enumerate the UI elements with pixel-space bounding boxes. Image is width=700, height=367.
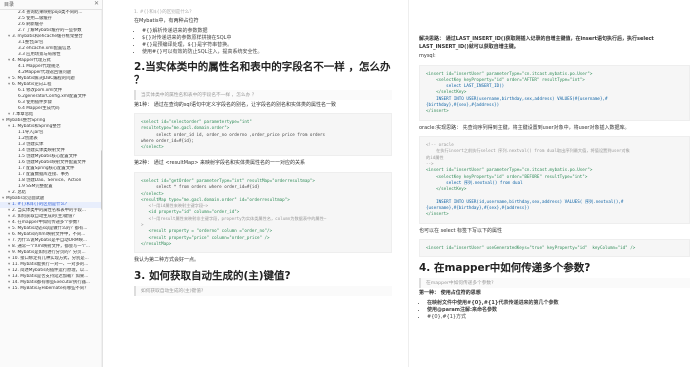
toc-list: 2.4 查询结果映射pojo类不同的... 2.5 使用二级缓存 2.6 刷新缓存 2… [0, 10, 102, 292]
toc-item-label: 1.7 配置数据库连接、事务 [18, 172, 70, 177]
toc-item-label: 6.1 修改pom.xml文件 [18, 88, 63, 93]
toc-item-label: 4.2Mapper代理返回值问题 [18, 70, 72, 75]
method-2-text: 第2种： 通过 <resultMap> 来映射字段名和实体类属性名的一一对应的关… [134, 160, 306, 167]
toc-item-label: 4. 在mapper中如何传递多个参数？ [12, 220, 82, 225]
oracle-text: oracle:实现思路： 先查询序列得到主键，将主键设置到user对象中，将us… [419, 124, 630, 131]
toc-item-label: 1.6 创建Mybatis映射文件配置文件 [18, 160, 86, 165]
toc-item-label: 11. Mybatis能执行一对一、一对多的... [12, 262, 89, 267]
code-block-4: <!-- oracle 在执行insert之前执行select 序列.nextv… [419, 136, 690, 224]
toc-item-label: 3.2 ehcache.xml配置信息 [18, 46, 71, 51]
method-1-text: 第1种： 通过在查询的sql语句中定义字段名的别名，让字段名的别名和实体类的属性… [134, 101, 336, 108]
toc-item-label: 12. 简述Mybatis的插件运行原理，以... [12, 268, 89, 273]
close-icon[interactable]: ✕ [94, 0, 99, 7]
alt-text: 也可以在 select 标签下写以下的属性 [419, 227, 503, 234]
toc-item-label: 6.2generatorConfig.xml配置文件 [18, 94, 87, 99]
toc-item-label: 3.3 应用场景与局限性 [18, 52, 61, 57]
toc-item-label: 8. 通常一个Xml映射文件，都会写一个... [12, 244, 91, 249]
recommend-text: 我认为第二种方式会好一点。 [134, 257, 200, 264]
toc-item-label: 2.7 了解Mybatis缓存的一些参数 [18, 28, 82, 33]
toc-item-label: 6.3 使用插件步骤 [18, 100, 52, 105]
toc-item-label: 1.7 配置Spring核心配置文件 [18, 166, 75, 171]
mysql-label: mysql: [419, 53, 436, 59]
toc-item-label: 1.9 SSM完整配置 [18, 184, 53, 189]
bullet-item: 在映射文件中使用#{0},#{1}代表传递进来的第几个参数 [427, 300, 690, 307]
toc-item-label: 10. 接口绑定有几种实现方式，分别是... [12, 256, 89, 261]
toc-item-label: 9. Mybatis是如何进行分页的？分页... [12, 250, 86, 255]
toc-item-label: 13. Mybatis是否支持延迟加载？如果... [12, 274, 89, 279]
quote-block: 在mapper中如何传递多个参数? [419, 278, 690, 289]
toc-item-label: 6.4 Mapper生成代码 [18, 106, 60, 111]
toc-item-label: 4. Mapper代理方式 [12, 58, 51, 63]
toc-item-label: 1. Mybatis和Spring整合 [12, 124, 61, 129]
code-block-3: <insert id="insertUser" parameterType="c… [419, 64, 690, 121]
section-heading-4: 4. 在mapper中如何传递多个参数? [419, 262, 591, 275]
code-block-1: <select id="selectorder" parametertype="… [134, 113, 392, 157]
scrollbar[interactable] [101, 10, 102, 367]
toc-header: 目录 ✕ [0, 0, 102, 10]
toc-item-label: 4.1 Mapper代理规范 [18, 64, 60, 69]
toc-item-label: 3.1整合jar包 [18, 40, 44, 45]
code-block-5: <insert id="insertUser" useGeneratedKeys… [419, 239, 690, 258]
toc-item-label: 1.2创建表 [18, 136, 38, 141]
toc-item-label: 2.6 刷新缓存 [18, 22, 44, 27]
quote-block: 如何获取自动生成的(主)键值? [134, 285, 392, 296]
toc-item-label: 15. MyBatis与Hibernate有哪些不同？ [12, 286, 89, 291]
bullet-item: 使用@param注解:来命名参数 [427, 307, 690, 314]
toc-item-label: 1.5 创建Mybatis核心配置文件 [18, 154, 78, 159]
toc-item-label: 5. Mybatis解决JDBC编程的问题 [12, 76, 75, 81]
toc-item-label: 2.4 查询结果映射pojo类不同的... [18, 10, 83, 15]
bullet-item: #{}是预编译处理，${}是字符串替换。 [142, 42, 392, 49]
bullet-item: #{0},#{1}方式 [427, 314, 690, 321]
method-first-text: 第一种： 使用占位符的思想 [419, 290, 481, 297]
toc-item-label: 1. #{}和${}的区别是什么？ [12, 202, 70, 207]
toc-item-label: Mybatis常见面试题 [6, 196, 45, 201]
section-heading-2: 2.当实体类中的属性名和表中的字段名不一样 ，怎么办 ？ [134, 60, 391, 86]
toc-item-label: 5. Mybatis动态sql是做什么的？都有... [12, 226, 88, 231]
scrollbar-thumb[interactable] [101, 150, 102, 210]
quote-block: 当实体类中的属性名和表中的字段名不一样 ，怎么办 ？ [134, 89, 392, 100]
param-bullets: 在映射文件中使用#{0},#{1}代表传递进来的第几个参数 使用@param注解… [419, 300, 690, 321]
intro-text: 在Mybatis中，有两种占位符 [134, 18, 199, 24]
toc-item-label: 6. Mybatis逆向工程 [12, 82, 52, 87]
solution-text: 解决思路： 通过LAST_INSERT_ID()获取刚插入记录的自增主键值，在i… [419, 36, 654, 50]
toc-item-label: Mybatis整合Spring [6, 118, 46, 123]
toc-item-label: 1.1导入jar包 [18, 130, 44, 135]
bullet-item: 使用#{}可以有效的防止SQL注入，提高系统安全性。 [142, 49, 392, 56]
toc-item-label: 1.4 创建实体类映射文件 [18, 148, 65, 153]
toc-sidebar: 目录 ✕ 2.4 查询结果映射pojo类不同的... 2.5 使用二级缓存 2.6 … [0, 0, 103, 367]
toc-item-label: 2. 当实体类中的属性名和表中的字段... [12, 208, 87, 213]
placeholder-bullets: #{}解析传递进来的参数数据 ${}对传递进来的参数原样拼接在SQL中 #{}是… [134, 28, 392, 56]
document-page-left: 1. #{}和${}的区别是什么？ 在Mybatis中，有两种占位符 #{}解析… [124, 0, 402, 367]
code-block-2: <select id="getOrder" parameterType="int… [134, 171, 392, 254]
toc-item-label: 2.5 使用二级缓存 [18, 16, 52, 21]
section-heading-3: 3. 如何获取自动生成的(主)键值? [134, 269, 291, 282]
toc-item-label: 3. mybatis和ehcache缓存框架整合 [12, 34, 83, 39]
toc-item-label: 1.8 创建Dao、Service、Action [18, 178, 82, 183]
toc-item-label: 1.3 创建实体 [18, 142, 44, 147]
toc-item-label: 14. Mybatis都有哪些Executor执行器... [12, 280, 91, 285]
toc-item-label: 7. 为什么说Mybatis是半自动ORM映... [12, 238, 88, 243]
toc-item-label: 3. 如何获取自动生成的(主)键值？ [12, 214, 77, 219]
toc-item-label: 2. 总结 [12, 190, 27, 195]
toc-item-label: 7.本章总结 [12, 112, 34, 117]
bullet-item: ${}对传递进来的参数原样拼接在SQL中 [142, 35, 392, 42]
bullet-item: #{}解析传递进来的参数数据 [142, 28, 392, 35]
toc-item[interactable]: ▾ 15. MyBatis与Hibernate有哪些不同？ [0, 286, 102, 292]
document-page-right: 解决思路： 通过LAST_INSERT_ID()获取刚插入记录的自增主键值，在i… [408, 0, 700, 367]
section-heading-faded: 1. #{}和${}的区别是什么？ [134, 10, 194, 15]
toc-title: 目录 [4, 2, 15, 8]
toc-item-label: 6. Mybatis的Xml映射文件中，不同... [12, 232, 86, 237]
